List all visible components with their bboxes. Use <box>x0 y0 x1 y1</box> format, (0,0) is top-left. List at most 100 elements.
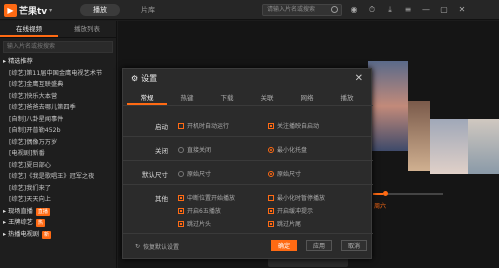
follow-start-checkbox[interactable]: 关注播映自启动 <box>268 121 319 130</box>
skip-intro-checkbox[interactable]: 跳过片头 <box>178 219 211 228</box>
buffer-hint-checkbox[interactable]: 开启缓冲提示 <box>268 206 313 215</box>
sidebar-item-label: [综艺]《我是歌唱王》冠军之夜 <box>9 173 95 180</box>
sidebar-badge: 直播 <box>35 207 50 216</box>
sidebar-item[interactable]: [综艺]第11届中国金鹰电视艺术节 <box>0 68 116 80</box>
size-option-1-radio[interactable]: 原始尺寸 <box>178 169 211 178</box>
sidebar-item[interactable]: [综艺]我们来了 <box>0 183 116 195</box>
chevron-down-icon[interactable]: ▾ <box>49 7 52 14</box>
checkbox-icon <box>268 194 274 201</box>
divider <box>123 160 373 161</box>
poster-image[interactable] <box>468 119 499 174</box>
app-title: 芒果tv <box>19 6 48 17</box>
divider <box>123 184 373 185</box>
poster-image[interactable] <box>368 61 408 151</box>
tab-playback[interactable]: 播放 <box>327 91 367 105</box>
option-label: 开启缓冲提示 <box>277 208 314 215</box>
sidebar-item-label: [自制]开普勒452b <box>9 127 61 134</box>
tab-playlist[interactable]: 播放列表 <box>58 21 116 37</box>
sidebar-item-label: 精选推荐 <box>8 58 33 65</box>
option-label: 直接关闭 <box>187 147 212 154</box>
app-window: ▶ 芒果tv ▾ 播放 片库 请输入片名或搜索 ◉ ⏱ ⤓ ≡ — ▢ ✕ 在线… <box>0 0 499 268</box>
sidebar-section-header[interactable]: ▸ 王牌综艺热 <box>0 217 116 229</box>
app-logo[interactable]: ▶ 芒果tv ▾ <box>4 3 52 17</box>
sidebar-section-header[interactable]: ▸ 热播电视剧新 <box>0 229 116 241</box>
sidebar-item[interactable]: [综艺]《我是歌唱王》冠军之夜 <box>0 171 116 183</box>
sidebar-item[interactable]: [综艺]天天向上 <box>0 194 116 206</box>
dialog-header: ⚙ 设置 <box>123 69 371 88</box>
sidebar-item-label: [综艺]金鹰互联盛典 <box>9 81 64 88</box>
search-icon[interactable] <box>331 6 338 13</box>
row-label-other: 其他 <box>155 195 168 203</box>
radio-icon <box>178 146 184 153</box>
sidebar-item-label: 王牌综艺 <box>8 219 33 226</box>
sidebar-item[interactable]: [综艺]偶像万万岁 <box>0 137 116 149</box>
settings-dialog: ⚙ 设置 ✕ 常规 热键 下载 关联 网络 播放 启动 开机时自动运行 关注播映… <box>122 68 373 259</box>
checkbox-icon <box>178 122 184 129</box>
tab-hotkeys[interactable]: 热键 <box>167 91 207 105</box>
sidebar: 在线视频 播放列表 输入片名或按搜索 ▸ 精选推荐 [综艺]第11届中国金鹰电视艺… <box>0 21 117 268</box>
size-option-2-radio[interactable]: 原始尺寸 <box>268 169 301 178</box>
tab-online-video[interactable]: 在线视频 <box>0 21 58 37</box>
option-label: 开启6五播放 <box>187 208 221 215</box>
date-label: 周六 <box>374 203 387 210</box>
option-label: 跳过片头 <box>187 221 212 228</box>
tab-general[interactable]: 常规 <box>127 91 167 105</box>
enable-play-checkbox[interactable]: 开启6五播放 <box>178 206 221 215</box>
radio-selected-icon <box>268 170 274 177</box>
tab-download[interactable]: 下载 <box>207 91 247 105</box>
skip-outro-checkbox[interactable]: 跳过片尾 <box>268 219 301 228</box>
sidebar-badge: 热 <box>35 219 45 227</box>
close-icon[interactable]: ✕ <box>457 5 467 15</box>
checkbox-checked-icon <box>268 220 274 227</box>
sidebar-section-header[interactable]: ▸ 精选推荐 <box>0 56 116 68</box>
radio-icon <box>178 170 184 177</box>
sidebar-item-label: [综艺]夏日部心 <box>9 161 51 169</box>
sidebar-search-input[interactable]: 输入片名或按搜索 <box>3 41 113 53</box>
option-label: 中断位置开始播放 <box>187 195 236 202</box>
progress-handle[interactable] <box>383 191 388 196</box>
sidebar-section-header[interactable]: ▸ 现场直播 直播 <box>0 206 116 218</box>
sidebar-item[interactable]: [电视剧]新番 <box>0 148 116 160</box>
search-input[interactable]: 请输入片名或搜索 <box>262 4 342 16</box>
minimize-tray-radio[interactable]: 最小化托盘 <box>268 145 307 154</box>
sidebar-item[interactable]: [综艺]爸爸去哪儿第四季 <box>0 102 116 114</box>
sidebar-item[interactable]: [自制]八卦星闻事件 <box>0 114 116 126</box>
tab-library[interactable]: 片库 <box>128 4 168 16</box>
menu-icon[interactable]: ≡ <box>403 5 413 15</box>
tab-association[interactable]: 关联 <box>247 91 287 105</box>
cancel-button[interactable]: 取消 <box>341 240 367 251</box>
sidebar-item[interactable]: [综艺]夏日部心 <box>0 160 116 172</box>
poster-image[interactable] <box>408 101 430 171</box>
tab-play[interactable]: 播放 <box>80 4 120 16</box>
pause-minimized-checkbox[interactable]: 最小化时暂停播放 <box>268 193 325 202</box>
option-label: 最小化托盘 <box>277 147 308 154</box>
maximize-icon[interactable]: ▢ <box>439 5 449 15</box>
sidebar-item-label: [自制]八卦星闻事件 <box>9 115 64 123</box>
apply-button[interactable]: 应用 <box>306 240 332 251</box>
row-label-close: 关闭 <box>155 147 168 155</box>
autostart-checkbox[interactable]: 开机时自动运行 <box>178 121 229 130</box>
history-icon[interactable]: ⏱ <box>367 5 377 15</box>
option-label: 原始尺寸 <box>187 171 212 178</box>
download-icon[interactable]: ⤓ <box>385 5 395 15</box>
restore-defaults-link[interactable]: ↻ 恢复默认设置 <box>135 242 179 251</box>
sidebar-item[interactable]: [综艺]金鹰互联盛典 <box>0 79 116 91</box>
sidebar-item-label: 现场直播 <box>8 207 33 215</box>
restore-label: 恢复默认设置 <box>143 244 180 251</box>
sidebar-item-label: 热播电视剧 <box>8 230 40 238</box>
close-icon[interactable]: ✕ <box>355 73 363 84</box>
sidebar-item[interactable]: [综艺]快乐大本营 <box>0 91 116 103</box>
minimize-icon[interactable]: — <box>421 5 431 15</box>
user-icon[interactable]: ◉ <box>349 5 359 15</box>
close-direct-radio[interactable]: 直接关闭 <box>178 145 211 154</box>
sidebar-item-label: [综艺]爸爸去哪儿第四季 <box>9 104 76 111</box>
tab-network[interactable]: 网络 <box>287 91 327 105</box>
sidebar-item[interactable]: [自制]开普勒452b <box>0 125 116 137</box>
resume-playback-checkbox[interactable]: 中断位置开始播放 <box>178 193 235 202</box>
poster-image[interactable] <box>430 119 468 174</box>
sidebar-item-label: [综艺]天天向上 <box>9 196 51 203</box>
settings-tabs: 常规 热键 下载 关联 网络 播放 <box>123 91 373 106</box>
ok-button[interactable]: 确定 <box>271 240 297 251</box>
option-label: 开机时自动运行 <box>187 123 230 130</box>
divider <box>123 233 373 234</box>
